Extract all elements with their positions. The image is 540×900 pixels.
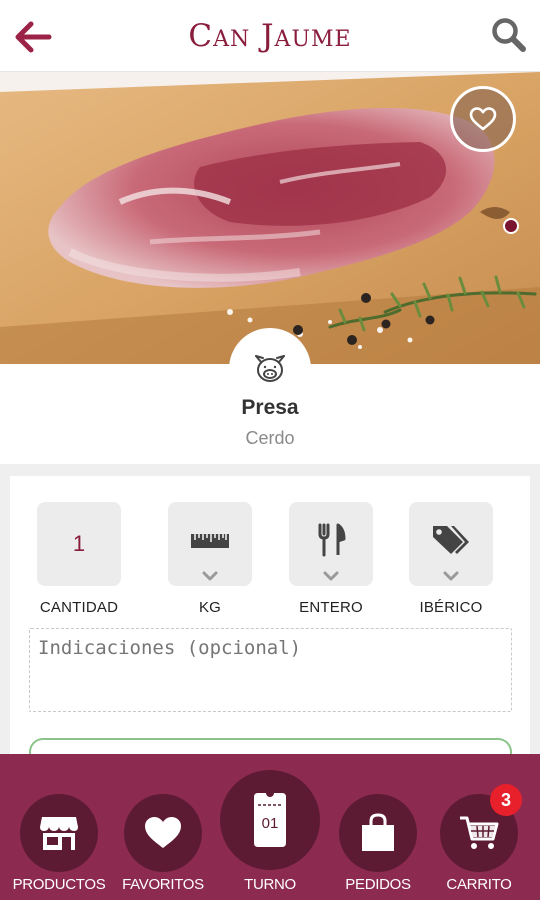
chevron-down-icon [443,571,459,581]
breed-label: IBÉRICO [419,599,483,616]
cutlery-icon [318,523,346,557]
app-screen: Can Jaume Presa Cerdo 1 CANTIDAD KG ENTE… [0,0,540,900]
pig-icon [255,355,285,382]
nav-label-turno: TURNO [244,876,296,893]
chevron-down-icon [323,571,339,581]
nav-item-turno[interactable]: 01 TURNO [215,770,325,893]
quantity-value: 1 [72,531,86,556]
favorite-button[interactable] [450,86,516,152]
ticket-icon: 01 [252,791,288,849]
brand-logo: Can Jaume [188,18,352,54]
bottom-navigation: PRODUCTOS FAVORITOS 01 TURNO PEDIDOS CAR… [0,754,540,900]
nav-label-carrito: CARRITO [446,876,512,893]
gallery-indicator-dot[interactable] [503,218,519,234]
tags-icon [433,526,469,554]
breed-option: IBÉRICO [391,502,511,616]
nav-icon-circle [20,794,98,872]
quantity-label: CANTIDAD [39,599,119,616]
app-header: Can Jaume [0,0,540,72]
nav-item-productos[interactable]: PRODUCTOS [4,794,114,893]
cart-icon [460,816,499,849]
nav-item-pedidos[interactable]: PEDIDOS [323,794,433,893]
quantity-option: 1 CANTIDAD [19,502,139,616]
shopping-bag-icon [362,813,394,851]
chevron-down-icon [202,571,218,581]
product-category: Cerdo [245,428,295,448]
unit-selector[interactable] [168,502,252,586]
cart-count-badge: 3 [490,784,522,816]
product-name: Presa [241,396,299,419]
nav-icon-circle [124,794,202,872]
breed-selector[interactable] [409,502,493,586]
heart-icon [145,817,181,848]
nav-label-productos: PRODUCTOS [12,876,106,893]
nav-icon-circle [339,794,417,872]
store-icon [40,817,78,850]
options-card: 1 CANTIDAD KG ENTERO IBÉRICO Indicacione… [10,476,530,776]
quantity-selector[interactable]: 1 [37,502,121,586]
unit-label: KG [198,599,222,616]
notes-input[interactable] [29,628,512,712]
ruler-icon [191,534,229,548]
cut-selector[interactable] [289,502,373,586]
search-icon [492,18,526,52]
product-image [0,72,540,364]
nav-label-pedidos: PEDIDOS [345,876,411,893]
heart-icon [469,107,497,131]
turn-number: 01 [261,815,279,832]
nav-icon-circle: 01 [220,770,320,870]
nav-label-favoritos: FAVORITOS [122,876,204,893]
search-button[interactable] [486,12,532,58]
nav-item-favoritos[interactable]: FAVORITOS [108,794,218,893]
cut-label: ENTERO [299,599,363,616]
cut-option: ENTERO [271,502,391,616]
unit-option: KG [150,502,270,616]
